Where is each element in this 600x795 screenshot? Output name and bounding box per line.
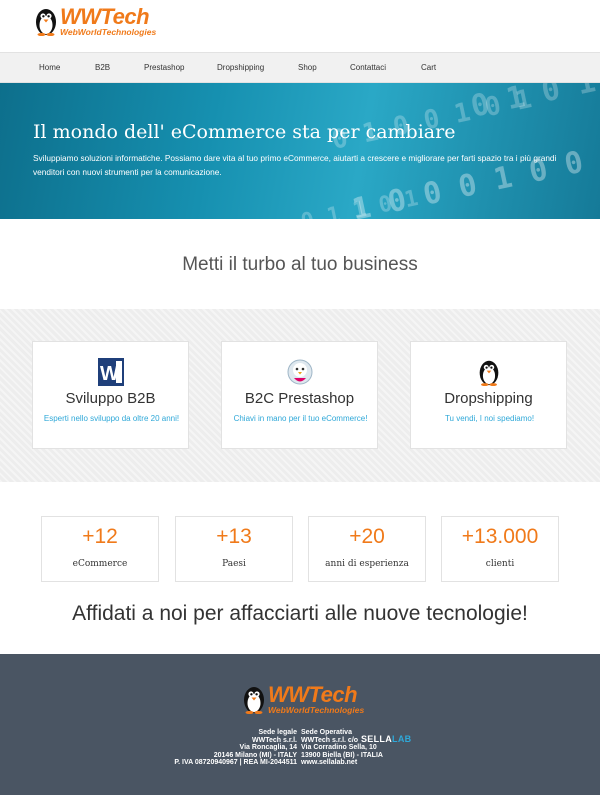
stat-label: Paesi: [222, 559, 246, 569]
footer-line: Via Corradino Sella, 10: [301, 744, 377, 752]
slogan-heading: Affidati a noi per affacciarti alle nuov…: [72, 602, 528, 625]
nav-item-b2b[interactable]: B2B: [95, 53, 110, 84]
footer-line: Via Roncaglia, 14: [239, 744, 297, 752]
nav-item-dropshipping[interactable]: Dropshipping: [217, 53, 264, 84]
stat-box: +20 anni di esperienza: [308, 516, 426, 582]
footer-line: WWTech s.r.l.: [252, 736, 297, 744]
svg-text:W: W: [100, 363, 119, 385]
sellalab-part2: LAB: [392, 734, 412, 744]
main-nav: Home B2B Prestashop Dropshipping Shop Co…: [0, 52, 600, 83]
stat-label: anni di esperienza: [325, 559, 409, 569]
tagline-section: Metti il turbo al tuo business: [0, 219, 600, 309]
footer-legal-address: Sede legale WWTech s.r.l. Via Roncaglia,…: [174, 729, 297, 767]
footer-legal-title: Sede legale: [258, 729, 297, 736]
site-header: WWTech WebWorldTechnologies: [0, 0, 600, 52]
services-section: W Sviluppo B2B Esperti nello sviluppo da…: [0, 309, 600, 482]
footer-line: 13900 Biella (BI) - ITALIA: [301, 751, 383, 759]
stat-label: eCommerce: [72, 559, 128, 569]
service-title: Sviluppo B2B: [65, 390, 156, 407]
service-subtitle: Tu vendi, I noi spediamo!: [444, 414, 535, 423]
footer-line: P. IVA 08720940967 | REA MI-2044511: [174, 759, 297, 767]
penguin-icon: [244, 687, 264, 715]
penguin-icon: [36, 9, 56, 37]
service-card-dropshipping[interactable]: Dropshipping Tu vendi, I noi spediamo!: [410, 341, 567, 449]
tagline-heading: Metti il turbo al tuo business: [182, 254, 418, 275]
service-card-b2b[interactable]: W Sviluppo B2B Esperti nello sviluppo da…: [32, 341, 189, 449]
site-footer: WWTech WebWorldTechnologies Sede legale …: [0, 654, 600, 795]
hero-title: Il mondo dell' eCommerce sta per cambiar…: [33, 121, 456, 143]
stat-value: +12: [82, 525, 118, 548]
nav-item-prestashop[interactable]: Prestashop: [144, 53, 184, 84]
brand-name: WWTech: [60, 4, 150, 29]
hero-text: Sviluppiamo soluzioni informatiche. Poss…: [33, 153, 557, 177]
nav-item-shop[interactable]: Shop: [298, 53, 317, 84]
sellalab-part1: SELLA: [361, 734, 393, 744]
footer-brand-name: WWTech: [268, 682, 358, 707]
service-title: Dropshipping: [444, 390, 533, 407]
service-card-prestashop[interactable]: B2C Prestashop Chiavi in mano per il tuo…: [221, 341, 378, 449]
stat-label: clienti: [485, 559, 515, 569]
stat-box: +13 Paesi: [175, 516, 293, 582]
nav-item-contattaci[interactable]: Contattaci: [350, 53, 386, 84]
brand-logo[interactable]: WWTech WebWorldTechnologies: [34, 6, 156, 37]
footer-line: 20146 Milano (MI) - ITALY: [213, 751, 297, 759]
prestashop-icon: [287, 359, 312, 385]
service-subtitle: Esperti nello sviluppo da oltre 20 anni!: [43, 414, 180, 423]
hero-binary-digits: 0 1 0 0 1 0 1: [329, 84, 535, 156]
stat-box: +13.000 clienti: [441, 516, 559, 582]
hero-banner: 0 1 0 1 0 1 0 0 1 0 1 1 0 0 0 1 0 0 1 0 …: [0, 83, 600, 219]
brand-subtitle: WebWorldTechnologies: [60, 27, 157, 37]
sellalab-logo: SELLALAB: [361, 734, 411, 744]
stat-value: +20: [349, 525, 385, 548]
penguin-icon: [479, 360, 498, 386]
nav-item-home[interactable]: Home: [39, 53, 60, 84]
nav-item-cart[interactable]: Cart: [421, 53, 436, 84]
footer-website-link[interactable]: www.sellalab.net: [301, 759, 383, 767]
footer-brand-subtitle: WebWorldTechnologies: [268, 705, 365, 715]
footer-logo[interactable]: WWTech WebWorldTechnologies: [242, 684, 364, 715]
stat-value: +13.000: [461, 525, 539, 548]
stats-section: +12 eCommerce +13 Paesi +20 anni di espe…: [0, 482, 600, 654]
word-doc-icon: W: [97, 358, 124, 386]
stat-box: +12 eCommerce: [41, 516, 159, 582]
stat-value: +13: [216, 525, 252, 548]
service-subtitle: Chiavi in mano per il tuo eCommerce!: [233, 414, 368, 423]
service-title: B2C Prestashop: [244, 390, 355, 407]
